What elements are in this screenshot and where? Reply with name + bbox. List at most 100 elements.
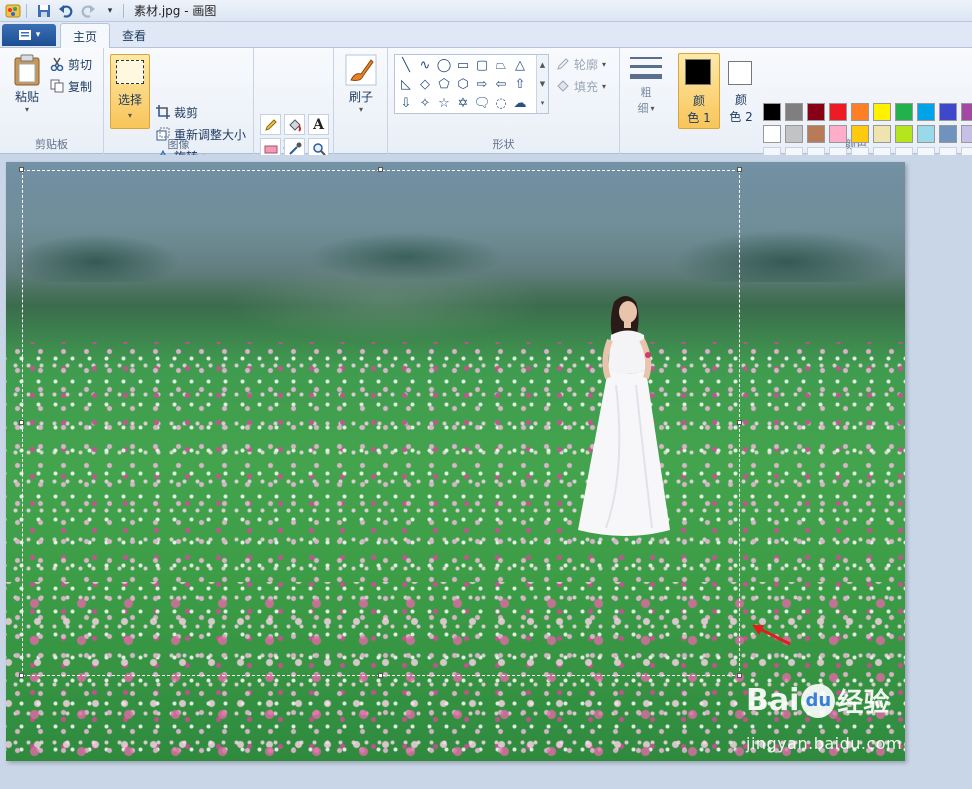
copy-button[interactable]: 复制 [50,76,92,96]
selection-handle-right[interactable] [737,420,742,425]
fill-tool[interactable] [284,114,305,135]
fill-icon [556,79,570,93]
six-point-star-shape-icon[interactable]: ✡ [454,94,472,112]
size-label-top: 粗 [640,86,652,99]
scroll-down-icon[interactable]: ▼ [540,80,545,88]
fill-dropdown-icon[interactable]: ▾ [602,82,606,91]
outline-button[interactable]: 轮廓 ▾ [556,54,606,74]
selection-handle-bottom[interactable] [378,673,383,678]
text-tool[interactable]: A [308,114,329,135]
palette-color-swatch[interactable] [961,125,972,143]
select-dropdown-icon[interactable]: ▾ [111,111,149,120]
save-icon[interactable] [35,2,53,20]
curve-shape-icon[interactable]: ∿ [416,56,434,74]
watermark-brand-suffix: 经验 [837,688,890,718]
ribbon-tabs: ▾ 主页 查看 [0,22,972,48]
color2-button[interactable]: 颜 色 2 [722,53,760,129]
selection-handle-bottom-left[interactable] [19,673,24,678]
redo-icon[interactable] [79,2,97,20]
palette-color-swatch[interactable] [873,125,891,143]
right-triangle-shape-icon[interactable]: ◺ [397,75,415,93]
fill-button[interactable]: 填充 ▾ [556,76,606,96]
paste-dropdown-icon[interactable]: ▾ [25,105,29,114]
triangle-shape-icon[interactable]: △ [511,56,529,74]
rect-callout-shape-icon[interactable]: 🗨 [473,94,491,112]
down-arrow-shape-icon[interactable]: ⇩ [397,94,415,112]
fill-label: 填充 [574,79,599,94]
brush-button[interactable]: 刷子 ▾ [342,54,380,114]
ribbon: 粘贴 ▾ 剪切 复制 剪贴板 图像 选择 ▾ 裁剪 重新调整大小 A 刷子 ▾ … [0,48,972,165]
eyedropper-icon [288,142,302,156]
palette-color-swatch[interactable] [807,103,825,121]
rounded-rectangle-shape-icon[interactable]: ▢ [473,56,491,74]
selection-handle-top-right[interactable] [737,167,742,172]
expand-gallery-icon[interactable]: ▾ [541,99,545,107]
brush-icon [345,54,377,86]
rectangle-shape-icon[interactable]: ▭ [454,56,472,74]
oval-callout-shape-icon[interactable]: ◌ [492,94,510,112]
palette-color-swatch[interactable] [917,103,935,121]
five-point-star-shape-icon[interactable]: ☆ [435,94,453,112]
tab-home[interactable]: 主页 [60,23,111,48]
left-arrow-shape-icon[interactable]: ⇦ [492,75,510,93]
paint-app-icon[interactable] [4,2,22,20]
brush-dropdown-icon[interactable]: ▾ [359,105,363,114]
palette-color-swatch[interactable] [807,125,825,143]
paste-button[interactable]: 粘贴 ▾ [8,54,46,114]
palette-color-swatch[interactable] [763,125,781,143]
line-width-icon [629,54,663,84]
selection-handle-top-left[interactable] [19,167,24,172]
select-button[interactable]: 选择 ▾ [110,54,150,129]
resize-button[interactable]: 重新调整大小 [156,124,246,144]
pentagon-shape-icon[interactable]: ⬠ [435,75,453,93]
four-point-star-shape-icon[interactable]: ✧ [416,94,434,112]
file-menu-button[interactable]: ▾ [2,24,56,46]
line-shape-icon[interactable]: ╲ [397,56,415,74]
undo-icon[interactable] [57,2,75,20]
diamond-shape-icon[interactable]: ◇ [416,75,434,93]
selection-handle-left[interactable] [19,420,24,425]
palette-color-swatch[interactable] [785,125,803,143]
selection-rectangle[interactable] [22,170,740,676]
palette-color-swatch[interactable] [895,103,913,121]
up-arrow-shape-icon[interactable]: ⇧ [511,75,529,93]
palette-color-swatch[interactable] [895,125,913,143]
watermark-brand: Bai [746,683,800,718]
hexagon-shape-icon[interactable]: ⬡ [454,75,472,93]
outline-dropdown-icon[interactable]: ▾ [602,60,606,69]
scroll-up-icon[interactable]: ▲ [540,61,545,69]
selection-handle-bottom-right[interactable] [737,673,742,678]
size-dropdown-icon[interactable]: ▾ [650,104,654,113]
palette-color-swatch[interactable] [763,103,781,121]
palette-color-swatch[interactable] [873,103,891,121]
palette-color-swatch[interactable] [829,103,847,121]
selection-handle-top[interactable] [378,167,383,172]
palette-color-swatch[interactable] [851,125,869,143]
palette-color-swatch[interactable] [939,125,957,143]
crop-button[interactable]: 裁剪 [156,102,198,122]
shapes-scrollbar[interactable]: ▲ ▼ ▾ [536,55,548,113]
cloud-callout-shape-icon[interactable]: ☁ [511,94,529,112]
window-title: 素材.jpg - 画图 [134,4,217,18]
tab-view[interactable]: 查看 [110,23,158,48]
color1-button[interactable]: 颜 色 1 [678,53,720,129]
palette-color-swatch[interactable] [917,125,935,143]
palette-color-swatch[interactable] [785,103,803,121]
oval-shape-icon[interactable]: ◯ [435,56,453,74]
cut-button[interactable]: 剪切 [50,54,92,74]
palette-color-swatch[interactable] [939,103,957,121]
palette-color-swatch[interactable] [829,125,847,143]
select-rectangle-icon [116,60,144,84]
copy-icon [50,79,64,93]
polygon-shape-icon[interactable]: ⏢ [492,56,510,74]
palette-color-swatch[interactable] [961,103,972,121]
clipboard-group: 粘贴 ▾ 剪切 复制 剪贴板 [0,48,104,154]
pencil-tool[interactable] [260,114,281,135]
canvas-area[interactable]: Bai du 经验 jingyan.baidu.com [0,155,972,789]
size-button[interactable]: 粗 细 ▾ [626,54,666,116]
baidu-watermark: Bai du 经验 jingyan.baidu.com [746,682,966,762]
right-arrow-shape-icon[interactable]: ⇨ [473,75,491,93]
palette-color-swatch[interactable] [851,103,869,121]
paint-bucket-icon [288,118,302,132]
customize-toolbar-icon[interactable]: ▾ [101,2,119,20]
